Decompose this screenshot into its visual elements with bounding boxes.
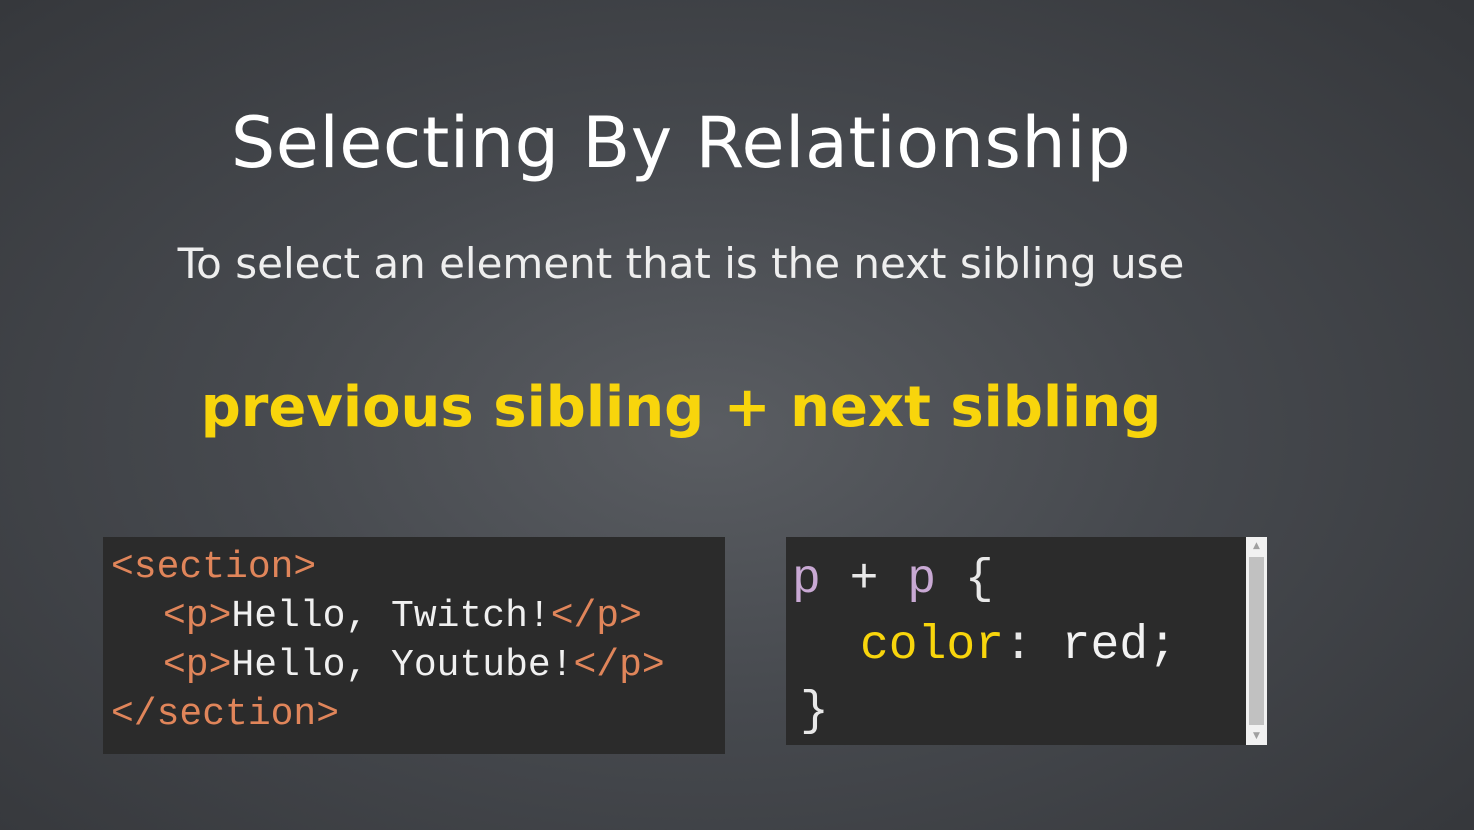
css-line-selector: p + p { [792, 547, 994, 613]
slide-subtitle: To select an element that is the next si… [177, 239, 1185, 288]
p-close-tag: </p> [550, 595, 642, 638]
css-selector-left: p [792, 553, 821, 607]
paragraph-text: Hello, Youtube! [231, 644, 574, 687]
scroll-down-arrow-icon[interactable]: ▼ [1246, 727, 1267, 745]
html-line-paragraph-youtube: <p>Hello, Youtube!</p> [163, 641, 665, 690]
html-line-section-open: <section> [111, 543, 316, 592]
css-line-close: } [800, 679, 829, 745]
html-line-section-close: </section> [111, 690, 339, 739]
scrollbar-thumb[interactable] [1249, 557, 1264, 725]
slide-title: Selecting By Relationship [230, 102, 1132, 184]
p-close-tag: </p> [573, 644, 665, 687]
css-close-brace: } [800, 685, 829, 739]
selector-syntax-highlight: previous sibling + next sibling [200, 375, 1162, 440]
css-property: color [860, 619, 1005, 673]
html-line-paragraph-twitch: <p>Hello, Twitch!</p> [163, 592, 642, 641]
p-open-tag: <p> [163, 595, 232, 638]
css-code-block: p + p { color: red; } [786, 537, 1267, 745]
paragraph-text: Hello, Twitch! [231, 595, 551, 638]
slide: Selecting By Relationship To select an e… [0, 0, 1474, 830]
p-open-tag: <p> [163, 644, 232, 687]
html-code-block: <section> <p>Hello, Twitch!</p> <p>Hello… [103, 537, 725, 754]
css-block-scrollbar[interactable]: ▲ ▼ [1246, 537, 1267, 745]
css-colon: : [1004, 619, 1062, 673]
css-combinator: + [820, 553, 908, 607]
section-open-tag: <section> [111, 546, 317, 589]
css-line-declaration: color: red; [860, 613, 1177, 679]
css-selector-right: p [907, 553, 937, 607]
scroll-up-arrow-icon[interactable]: ▲ [1246, 537, 1267, 555]
section-close-tag: </section> [111, 693, 340, 736]
css-open-brace: { [936, 553, 994, 607]
css-value: red; [1061, 619, 1177, 673]
